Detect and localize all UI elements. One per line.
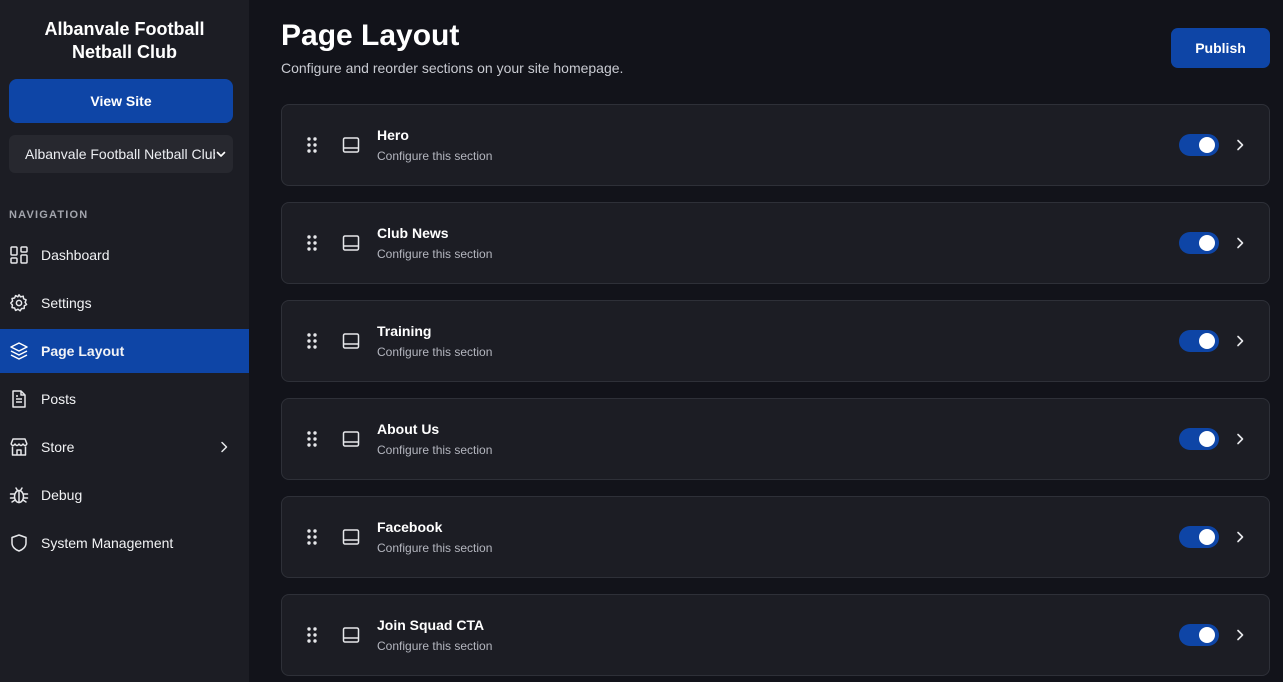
section-description: Configure this section [377, 149, 493, 163]
page-title: Page Layout [281, 19, 460, 52]
bug-icon [9, 487, 29, 504]
panel-bottom-icon [342, 627, 360, 643]
toggle-knob [1199, 333, 1215, 349]
drag-handle-icon[interactable] [305, 528, 319, 546]
chevron-right-icon[interactable] [1233, 334, 1247, 348]
drag-handle-icon[interactable] [305, 332, 319, 350]
section-text: Training Configure this section [377, 323, 1179, 359]
toggle-knob [1199, 431, 1215, 447]
section-list: Hero Configure this section Club News Co… [281, 104, 1270, 676]
gear-icon [10, 294, 28, 312]
sidebar-item-store[interactable]: Store [0, 425, 249, 469]
section-description: Configure this section [377, 639, 493, 653]
view-site-button[interactable]: View Site [9, 79, 233, 123]
club-select-value: Albanvale Football Netball Club [25, 146, 215, 162]
dashboard-icon [10, 246, 28, 264]
sidebar-item-label: Debug [41, 487, 83, 503]
title-block: Page Layout Configure and reorder sectio… [281, 18, 623, 76]
section-name: Training [377, 323, 432, 339]
section-text: Join Squad CTA Configure this section [377, 617, 1179, 653]
toggle-knob [1199, 627, 1215, 643]
document-icon [12, 390, 26, 408]
drag-handle-icon[interactable] [305, 234, 319, 252]
club-name: Albanvale Football Netball Club [44, 19, 205, 62]
section-visibility-toggle[interactable] [1179, 232, 1219, 254]
section-visibility-toggle[interactable] [1179, 134, 1219, 156]
chevron-right-icon[interactable] [1233, 236, 1247, 250]
sidebar: Albanvale Football Netball Club View Sit… [0, 0, 249, 682]
section-card[interactable]: About Us Configure this section [281, 398, 1270, 480]
section-text: About Us Configure this section [377, 421, 1179, 457]
sidebar-item-label: Posts [41, 391, 77, 407]
section-visibility-toggle[interactable] [1179, 428, 1219, 450]
chevron-right-icon[interactable] [1233, 530, 1247, 544]
app-shell: Albanvale Football Netball Club View Sit… [0, 0, 1283, 682]
section-card[interactable]: Hero Configure this section [281, 104, 1270, 186]
section-visibility-toggle[interactable] [1179, 624, 1219, 646]
section-card[interactable]: Facebook Configure this section [281, 496, 1270, 578]
chevron-down-icon [216, 151, 226, 157]
sidebar-item-label: System Management [41, 535, 174, 551]
section-card[interactable]: Join Squad CTA Configure this section [281, 594, 1270, 676]
section-description: Configure this section [377, 345, 493, 359]
section-name: Hero [377, 127, 409, 143]
layers-icon [10, 342, 28, 360]
sidebar-item-posts[interactable]: Posts [0, 377, 249, 421]
nav-list: Dashboard Settings Page Layout Posts Sto… [0, 233, 249, 565]
section-card[interactable]: Club News Configure this section [281, 202, 1270, 284]
chevron-right-icon[interactable] [1233, 138, 1247, 152]
publish-button[interactable]: Publish [1171, 28, 1270, 68]
section-text: Hero Configure this section [377, 127, 1179, 163]
section-card[interactable]: Training Configure this section [281, 300, 1270, 382]
sidebar-item-label: Settings [41, 295, 92, 311]
section-description: Configure this section [377, 247, 493, 261]
drag-handle-icon[interactable] [305, 136, 319, 154]
section-name: About Us [377, 421, 440, 437]
section-description: Configure this section [377, 443, 493, 457]
club-select[interactable]: Albanvale Football Netball Club [9, 135, 233, 173]
toggle-knob [1199, 529, 1215, 545]
section-visibility-toggle[interactable] [1179, 330, 1219, 352]
panel-bottom-icon [342, 431, 360, 447]
panel-bottom-icon [342, 529, 360, 545]
nav-heading: NAVIGATION [9, 209, 89, 221]
sidebar-item-settings[interactable]: Settings [0, 281, 249, 325]
page-subtitle: Configure and reorder sections on your s… [281, 60, 624, 76]
panel-bottom-icon [342, 333, 360, 349]
section-name: Club News [377, 225, 449, 241]
section-name: Facebook [377, 519, 443, 535]
sidebar-item-system-management[interactable]: System Management [0, 521, 249, 565]
sidebar-item-label: Store [41, 439, 75, 455]
section-text: Facebook Configure this section [377, 519, 1179, 555]
chevron-right-icon[interactable] [1233, 432, 1247, 446]
toggle-knob [1199, 137, 1215, 153]
store-icon [10, 438, 28, 456]
page-header: Page Layout Configure and reorder sectio… [281, 18, 1270, 76]
drag-handle-icon[interactable] [305, 430, 319, 448]
chevron-right-icon [221, 441, 228, 453]
sidebar-item-page-layout[interactable]: Page Layout [0, 329, 249, 373]
main-content: Page Layout Configure and reorder sectio… [249, 0, 1283, 682]
shield-icon [11, 534, 27, 552]
sidebar-item-dashboard[interactable]: Dashboard [0, 233, 249, 277]
section-description: Configure this section [377, 541, 493, 555]
sidebar-item-label: Dashboard [41, 247, 110, 263]
section-text: Club News Configure this section [377, 225, 1179, 261]
chevron-right-icon[interactable] [1233, 628, 1247, 642]
toggle-knob [1199, 235, 1215, 251]
drag-handle-icon[interactable] [305, 626, 319, 644]
panel-bottom-icon [342, 235, 360, 251]
sidebar-item-debug[interactable]: Debug [0, 473, 249, 517]
section-visibility-toggle[interactable] [1179, 526, 1219, 548]
sidebar-item-label: Page Layout [41, 343, 125, 359]
section-name: Join Squad CTA [377, 617, 485, 633]
panel-bottom-icon [342, 137, 360, 153]
